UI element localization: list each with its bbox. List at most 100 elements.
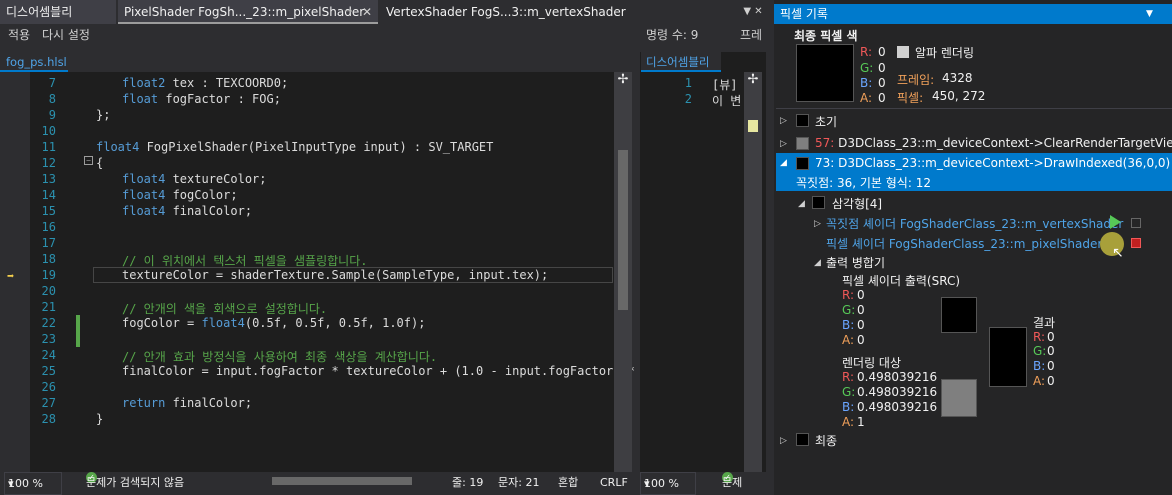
event57-item[interactable]: 57: D3DClass_23::m_deviceContext->ClearR…	[815, 136, 1172, 150]
expand-icon[interactable]: ▷	[780, 436, 787, 446]
tab-disassembly[interactable]: 디스어셈블리	[0, 0, 116, 24]
final-b-label: B:	[860, 76, 873, 90]
line-number: 22	[41, 316, 56, 330]
code-line: float fogFactor : FOG;	[122, 92, 281, 106]
alpha-render-label: 알파 렌더링	[915, 46, 975, 60]
expand-icon[interactable]: ▷	[780, 116, 787, 126]
zoom-select[interactable]: 100 % ▾	[4, 472, 62, 495]
final-pixel-color-label: 최종 픽셀 색	[794, 29, 858, 43]
alpha-render-checkbox[interactable]	[897, 46, 909, 58]
disassembly-tab[interactable]: 디스어셈블리	[641, 52, 721, 72]
line-number: 2	[684, 92, 692, 106]
split-icon[interactable]: ✢	[614, 72, 632, 88]
change-marker	[76, 315, 80, 347]
rt-b-value: 0.498039216	[857, 400, 938, 414]
triangle-item[interactable]: 삼각형[4]	[832, 195, 882, 212]
triangle-swatch	[812, 196, 825, 209]
code-line: // 안개 효과 방정식을 사용하여 최종 색상을 계산합니다.	[122, 350, 438, 364]
horizontal-scrollbar-thumb[interactable]	[272, 477, 412, 485]
line-number: 25	[41, 364, 56, 378]
line-number: 23	[41, 332, 56, 346]
line-number: 26	[41, 380, 56, 394]
line-number: 15	[41, 204, 56, 218]
disasm-line: 이 변	[712, 94, 742, 108]
line-ending-indicator[interactable]: CRLF	[600, 472, 628, 493]
line-number: 9	[48, 108, 56, 122]
line-indicator: 줄: 19	[452, 476, 484, 489]
line-number: 20	[41, 284, 56, 298]
debug-stop-icon[interactable]	[1131, 238, 1141, 248]
line-number: 14	[41, 188, 56, 202]
final-r-value: 0	[878, 45, 886, 59]
collapse-icon[interactable]: −	[84, 156, 93, 165]
panel-menu-icon[interactable]: ▼	[1146, 4, 1153, 24]
code-line: {	[96, 156, 104, 170]
collapse-icon[interactable]: ◢	[798, 199, 805, 209]
code-line: }	[96, 412, 104, 426]
collapse-icon[interactable]: ◢	[814, 258, 821, 268]
res-b-value: 0	[1047, 359, 1055, 373]
reset-button[interactable]: 다시 설정	[42, 24, 90, 46]
rt-r-value: 0.498039216	[857, 370, 938, 384]
code-line: finalColor = input.fogFactor * textureCo…	[122, 364, 635, 378]
file-tab[interactable]: fog_ps.hlsl	[0, 52, 68, 72]
tab-pixel-shader-label: PixelShader FogSh..._23::m_pixelShader	[124, 5, 365, 19]
cursor-icon: ↖	[1112, 245, 1124, 261]
tab-vertex-shader[interactable]: VertexShader FogS...3::m_vertexShader	[380, 0, 730, 24]
initial-swatch	[796, 114, 809, 127]
apply-button[interactable]: 적용	[8, 24, 30, 46]
line-number: 1	[684, 76, 692, 90]
code-editor[interactable]: 7 float2 tex : TEXCOORD0; 8 float fogFactor…	[0, 72, 635, 472]
src-g-label: G:	[842, 303, 856, 317]
final-swatch	[796, 433, 809, 446]
current-line-highlight	[93, 267, 613, 283]
event57-swatch	[796, 137, 809, 150]
scrollbar-thumb[interactable]	[618, 150, 628, 310]
final-item[interactable]: 최종	[815, 432, 837, 449]
editor-gutter	[0, 72, 30, 472]
zoom-select-2[interactable]: 100 % ▾	[640, 472, 696, 495]
src-a-label: A:	[842, 333, 855, 347]
vertex-shader-link[interactable]: 꼭짓점 셰이더 FogShaderClass_23::m_vertexShade…	[826, 215, 1123, 232]
pre-label: 프레	[740, 28, 763, 42]
src-r-value: 0	[857, 288, 865, 302]
final-color-swatch	[796, 44, 854, 102]
rt-r-label: R:	[842, 370, 855, 384]
line-number: 19	[41, 268, 56, 282]
pixel-shader-link[interactable]: 픽셀 셰이더 FogShaderClass_23::m_pixelShader	[826, 235, 1102, 252]
code-line: float2 tex : TEXCOORD0;	[122, 76, 289, 90]
play-icon[interactable]	[1110, 215, 1121, 229]
output-merger-label: 출력 병합기	[826, 256, 886, 270]
event73-label: 73: D3DClass_23::m_deviceContext->DrawIn…	[815, 156, 1171, 170]
rt-g-value: 0.498039216	[857, 385, 938, 399]
code-line: // 안개의 색을 회색으로 설정합니다.	[122, 302, 328, 316]
separator	[776, 108, 1172, 109]
code-line: fogColor = float4(0.5f, 0.5f, 0.5f, 1.0f…	[122, 316, 426, 330]
pixel-label: 픽셀:	[897, 91, 924, 105]
final-a-label: A:	[860, 91, 873, 105]
scrollbar-thumb[interactable]	[748, 120, 758, 132]
frame-label: 프레임:	[897, 73, 935, 87]
stop-icon[interactable]	[1131, 218, 1141, 228]
rt-a-value: 1	[857, 415, 865, 429]
line-number: 13	[41, 172, 56, 186]
close-icon[interactable]: ✕	[362, 0, 372, 24]
tab-dropdown-icon[interactable]: ▼ ✕	[738, 0, 768, 24]
res-r-label: R:	[1033, 330, 1046, 344]
src-r-label: R:	[842, 288, 855, 302]
tab-pixel-shader[interactable]: PixelShader FogSh..._23::m_pixelShader ⊸…	[118, 0, 378, 24]
line-number: 28	[41, 412, 56, 426]
collapse-icon[interactable]: ◢	[780, 158, 787, 168]
shader-toolbar: 적용 다시 설정 명령 수: 9 프레	[0, 24, 770, 46]
initial-item[interactable]: 초기	[815, 113, 837, 130]
final-b-value: 0	[878, 76, 886, 90]
line-number: 12	[41, 156, 56, 170]
code-line: return finalColor;	[122, 396, 253, 410]
expand-icon[interactable]: ▷	[814, 219, 821, 229]
indent-indicator[interactable]: 혼합	[558, 472, 578, 493]
code-line: };	[96, 108, 111, 122]
disassembly-scrollbar[interactable]	[744, 72, 762, 472]
split-icon[interactable]: ✢	[744, 72, 762, 88]
pin-icon[interactable]: ⊸	[344, 0, 352, 24]
expand-icon[interactable]: ▷	[780, 139, 787, 149]
